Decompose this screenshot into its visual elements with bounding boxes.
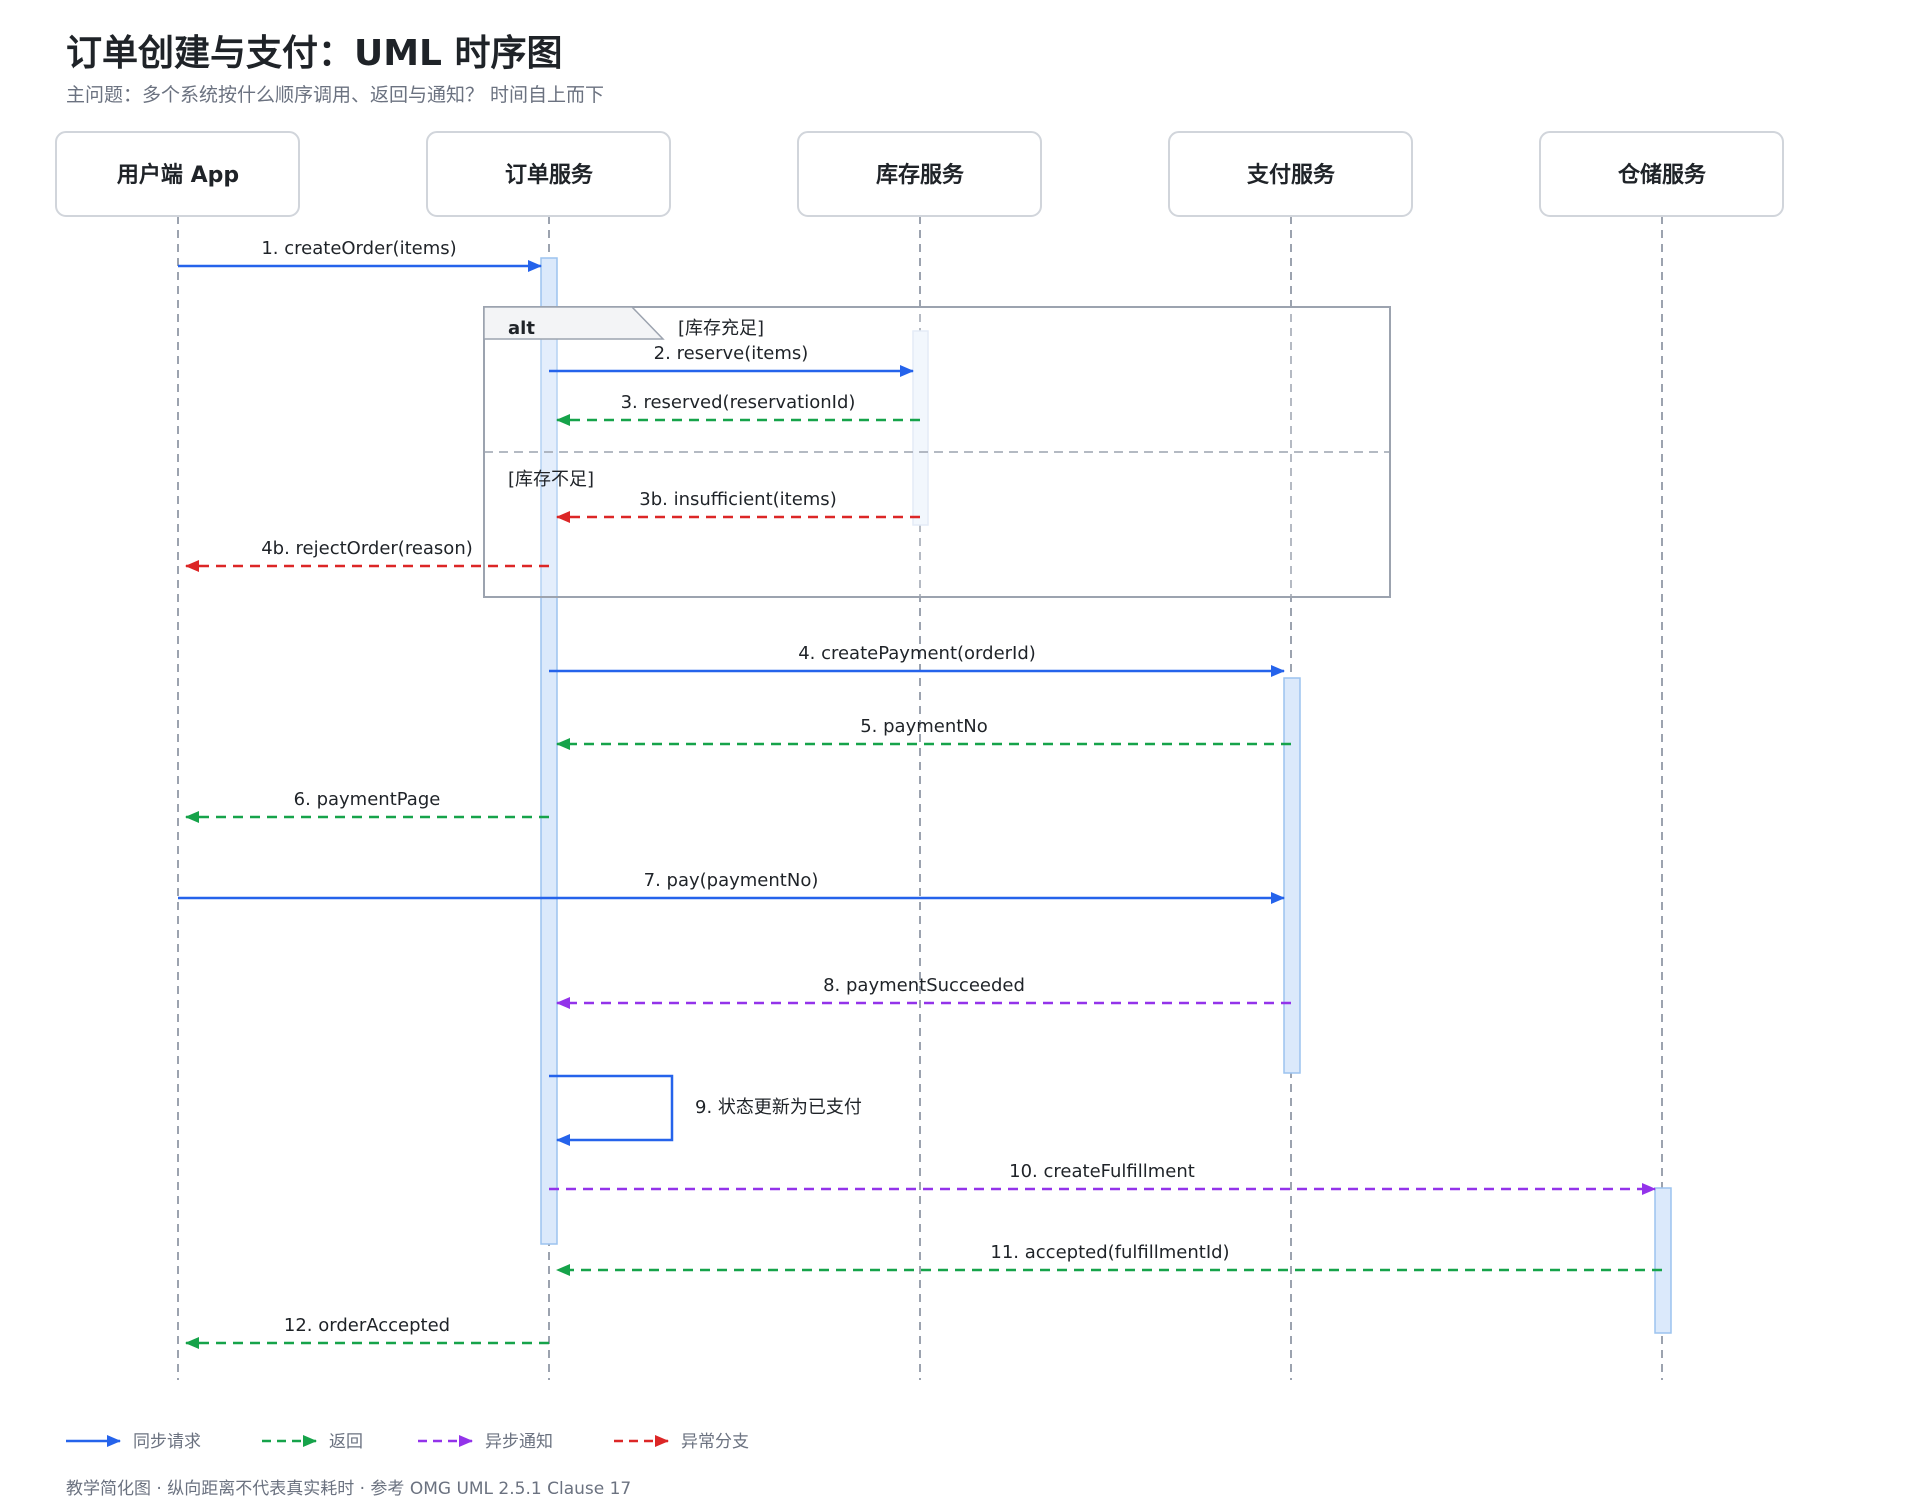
svg-text:异步通知: 异步通知 — [485, 1432, 553, 1452]
participant-label: 支付服务 — [1247, 163, 1336, 188]
message-8: 8. paymentSucceeded — [556, 975, 1291, 1009]
participant-label: 用户端 App — [117, 162, 239, 188]
message-7: 7. pay(paymentNo) — [178, 870, 1285, 904]
activation-warehouse — [1654, 1187, 1672, 1334]
message-label: 3. reserved(reservationId) — [621, 392, 856, 413]
message-label: 7. pay(paymentNo) — [644, 870, 819, 891]
legend: 同步请求 返回 异步通知 异常分支 — [66, 1432, 749, 1452]
message-11: 11. accepted(fulfillmentId) — [556, 1242, 1662, 1276]
participant-app: 用户端 App — [55, 131, 300, 217]
svg-text:同步请求: 同步请求 — [133, 1432, 201, 1452]
message-6: 6. paymentPage — [185, 789, 549, 823]
message-1: 1. createOrder(items) — [178, 238, 542, 272]
message-9-self: 9. 状态更新为已支付 — [549, 1074, 862, 1146]
participant-warehouse-service: 仓储服务 — [1539, 131, 1784, 217]
message-label: 8. paymentSucceeded — [823, 975, 1025, 996]
participant-label: 订单服务 — [505, 163, 594, 188]
svg-text:异常分支: 异常分支 — [681, 1432, 749, 1452]
message-label: 3b. insufficient(items) — [639, 489, 836, 510]
message-label: 10. createFulfillment — [1009, 1161, 1195, 1182]
legend-item-exception: 异常分支 — [614, 1432, 749, 1452]
legend-item-async: 异步通知 — [418, 1432, 553, 1452]
alt-guard-sufficient: [库存充足] — [678, 318, 764, 339]
message-5: 5. paymentNo — [556, 716, 1291, 750]
legend-item-return: 返回 — [262, 1432, 363, 1452]
alt-operator: alt — [508, 318, 535, 339]
message-label: 11. accepted(fulfillmentId) — [990, 1242, 1229, 1263]
sequence-diagram: 用户端 App 订单服务 库存服务 支付服务 仓储服务 alt [库存充足] [… — [55, 131, 1784, 1452]
footnote: 教学简化图 · 纵向距离不代表真实耗时 · 参考 OMG UML 2.5.1 C… — [66, 1479, 632, 1499]
message-10: 10. createFulfillment — [549, 1161, 1656, 1195]
participant-order-service: 订单服务 — [426, 131, 671, 217]
activation-payment — [1283, 677, 1301, 1074]
message-label: 5. paymentNo — [860, 716, 988, 737]
message-4: 4. createPayment(orderId) — [549, 643, 1285, 677]
participant-payment-service: 支付服务 — [1168, 131, 1413, 217]
message-label: 1. createOrder(items) — [261, 238, 456, 259]
participants: 用户端 App 订单服务 库存服务 支付服务 仓储服务 — [55, 131, 1784, 217]
participant-inventory-service: 库存服务 — [797, 131, 1042, 217]
alt-fragment: alt [库存充足] [库存不足] — [483, 306, 1391, 598]
participant-label: 仓储服务 — [1617, 162, 1707, 188]
message-label: 2. reserve(items) — [654, 343, 809, 364]
message-label: 6. paymentPage — [294, 789, 441, 810]
svg-text:返回: 返回 — [329, 1432, 363, 1452]
legend-item-sync: 同步请求 — [66, 1432, 201, 1452]
message-label: 12. orderAccepted — [284, 1315, 450, 1336]
participant-label: 库存服务 — [876, 162, 965, 188]
message-label: 4. createPayment(orderId) — [798, 643, 1036, 664]
message-12: 12. orderAccepted — [185, 1315, 549, 1349]
alt-guard-insufficient: [库存不足] — [508, 469, 594, 490]
message-label: 9. 状态更新为已支付 — [695, 1097, 862, 1118]
message-label: 4b. rejectOrder(reason) — [261, 538, 473, 559]
